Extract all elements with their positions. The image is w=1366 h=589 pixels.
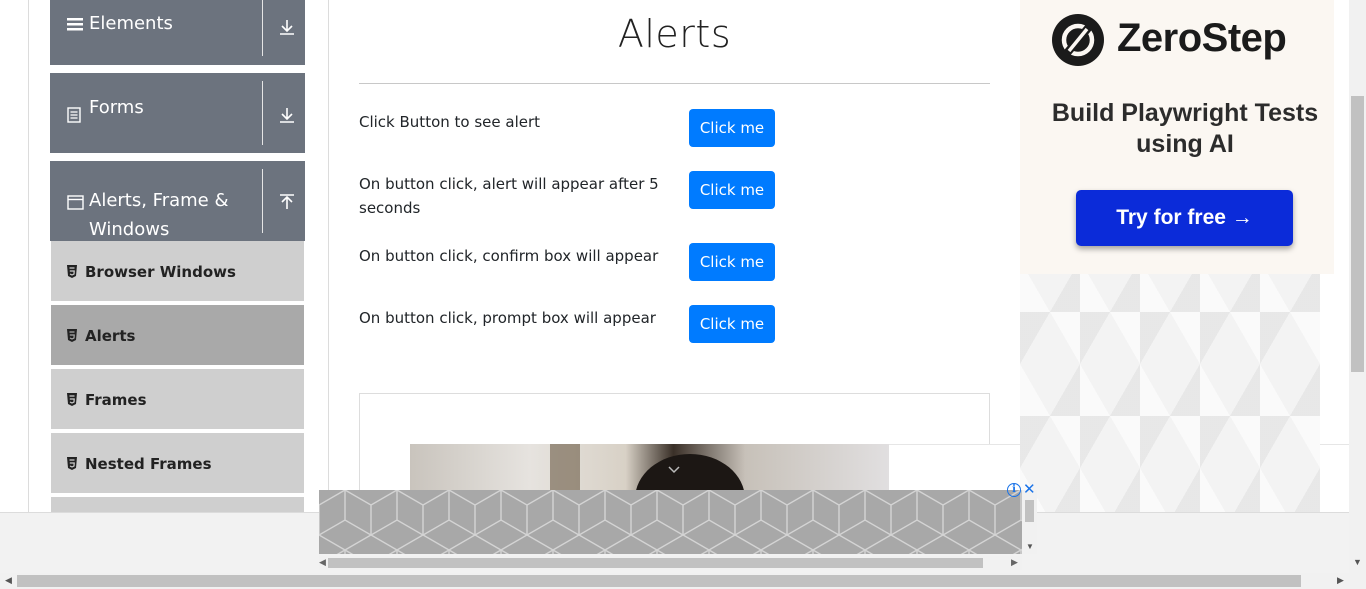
alert-button[interactable]: Click me: [689, 109, 775, 147]
sidebar-group-elements[interactable]: Elements: [50, 0, 305, 65]
left-border: [28, 0, 29, 512]
sidebar-group-forms[interactable]: Forms: [50, 73, 305, 153]
upload-arrow-icon[interactable]: [278, 193, 296, 211]
download-arrow-icon[interactable]: [278, 106, 296, 124]
ad-vertical-scrollbar[interactable]: ▼: [1022, 490, 1037, 554]
ad-info-icon[interactable]: i: [1007, 483, 1021, 497]
prompt-row-label: On button click, prompt box will appear: [359, 309, 656, 327]
sidebar-item-browser-windows[interactable]: Browser Windows: [51, 241, 304, 303]
window-icon: [67, 195, 84, 210]
sidebar-group-alerts-frame-windows[interactable]: Alerts, Frame & Windows: [50, 161, 305, 241]
scroll-right-arrow-icon[interactable]: ▶: [1011, 557, 1018, 568]
scroll-thumb[interactable]: [1351, 96, 1364, 372]
confirm-row-label: On button click, confirm box will appear: [359, 247, 659, 265]
divider: [262, 81, 263, 145]
timer-alert-button[interactable]: Click me: [689, 171, 775, 209]
sidebar-item-label: Alerts: [85, 327, 136, 345]
hamburger-icon: [67, 18, 83, 31]
html5-icon: [67, 265, 77, 278]
zerostep-logo-icon: [1052, 14, 1104, 66]
hex-pattern: [319, 490, 1022, 554]
sidebar-item-label: Frames: [85, 391, 147, 409]
html5-icon: [67, 329, 77, 342]
page-horizontal-scrollbar[interactable]: ◀ ▶: [0, 573, 1366, 589]
timer-alert-row-label: On button click, alert will appear after…: [359, 175, 659, 217]
page: Elements Forms Alerts, Frame & Windows B…: [0, 0, 1366, 589]
sidebar-item-alerts[interactable]: Alerts: [51, 305, 304, 367]
scroll-thumb[interactable]: [17, 575, 1301, 587]
sidebar-group-label: Alerts, Frame & Windows: [89, 190, 229, 240]
ad-close-icon[interactable]: ✕: [1023, 480, 1036, 498]
html5-icon: [67, 457, 77, 470]
sidebar-border: [328, 0, 329, 512]
download-arrow-icon[interactable]: [278, 18, 296, 36]
sidebar-item-frames[interactable]: Frames: [51, 369, 304, 431]
alert-row-label: Click Button to see alert: [359, 113, 541, 131]
chevron-down-icon[interactable]: [667, 465, 681, 475]
bottom-ad-banner[interactable]: [319, 490, 1022, 554]
divider: [262, 169, 263, 233]
html5-icon: [67, 393, 77, 406]
sidebar-item-label: Nested Frames: [85, 455, 212, 473]
scroll-left-arrow-icon[interactable]: ◀: [319, 557, 326, 568]
scroll-thumb[interactable]: [1025, 500, 1034, 522]
page-title: Alerts: [617, 12, 732, 56]
ad-brand-name: ZeroStep: [1117, 16, 1287, 60]
sidebar-group-label: Forms: [89, 97, 144, 118]
divider: [262, 0, 263, 56]
sidebar-item-label: Browser Windows: [85, 263, 236, 281]
scroll-left-arrow-icon[interactable]: ◀: [5, 575, 12, 586]
page-vertical-scrollbar[interactable]: ▼: [1349, 0, 1366, 573]
sidebar-item-partial[interactable]: [51, 497, 304, 512]
sidebar-item-nested-frames[interactable]: Nested Frames: [51, 433, 304, 495]
ad-horizontal-scrollbar[interactable]: ◀ ▶: [319, 556, 1022, 570]
sidebar-group-label: Elements: [89, 13, 173, 34]
scroll-right-arrow-icon[interactable]: ▶: [1337, 575, 1344, 586]
scroll-thumb[interactable]: [328, 558, 983, 568]
confirm-button[interactable]: Click me: [689, 243, 775, 281]
scroll-down-arrow-icon[interactable]: ▼: [1026, 542, 1034, 551]
title-divider: [359, 83, 990, 84]
prompt-button[interactable]: Click me: [689, 305, 775, 343]
scroll-down-arrow-icon[interactable]: ▼: [1353, 557, 1362, 567]
ad-headline: Build Playwright Tests using AI: [1051, 99, 1319, 158]
document-icon: [67, 107, 81, 123]
ad-cta-button[interactable]: Try for free →: [1076, 190, 1293, 246]
